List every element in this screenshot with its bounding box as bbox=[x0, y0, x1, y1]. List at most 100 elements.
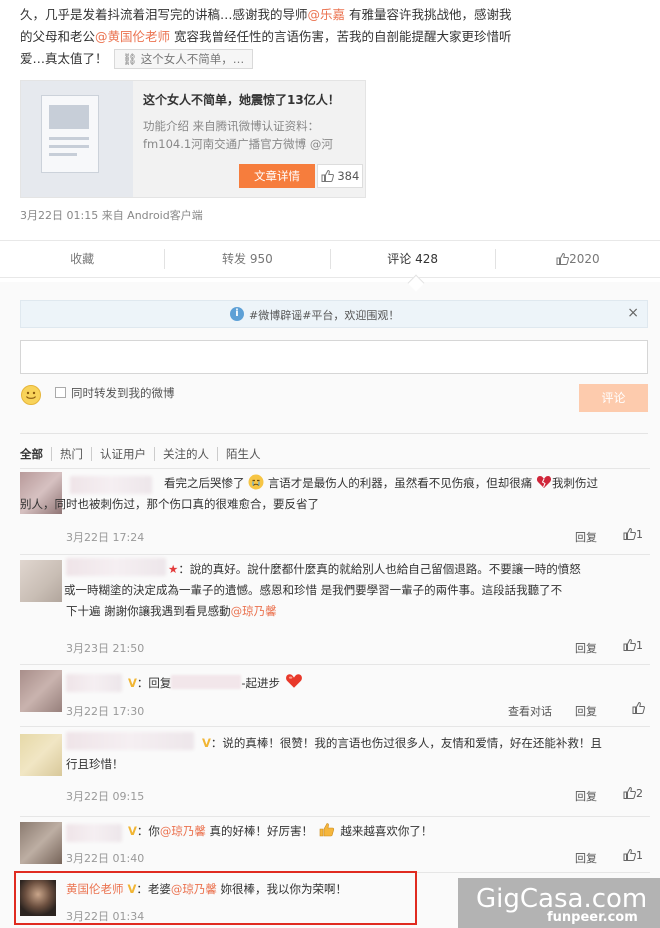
comment-text-segment: 言语才是最伤人的利器，虽然看不见伤痕，但却很痛 bbox=[267, 476, 533, 490]
crying-face-emoji bbox=[248, 474, 264, 490]
notice-text[interactable]: #微博辟谣#平台，欢迎围观！ bbox=[249, 307, 399, 323]
thumbs-up-icon bbox=[632, 702, 645, 714]
post-text-segment: 久，几乎是发着抖流着泪写完的讲稿…感谢我的导师 bbox=[20, 7, 308, 22]
filter-following[interactable]: 关注的人 bbox=[154, 447, 217, 461]
thumbs-up-icon bbox=[623, 639, 636, 651]
post-line-3: 爱…真太值了！ ⛓ 这个女人不简单，… bbox=[20, 48, 644, 70]
comment-like-count: 1 bbox=[636, 528, 643, 541]
filter-strangers[interactable]: 陌生人 bbox=[217, 447, 269, 461]
comment-time: 3月22日 09:15 bbox=[66, 790, 145, 803]
thumbs-up-emoji bbox=[319, 823, 334, 837]
info-icon: i bbox=[230, 307, 244, 321]
like-button[interactable]: 2020 bbox=[494, 249, 660, 269]
heart-emoji bbox=[285, 674, 302, 688]
mention-link[interactable]: @琼乃馨 bbox=[160, 824, 206, 838]
reply-button[interactable]: 回复 bbox=[575, 529, 597, 545]
blurred-mention bbox=[171, 675, 242, 689]
comment-like-button[interactable]: 1 bbox=[623, 639, 643, 652]
topic-tag-label: 这个女人不简单，… bbox=[140, 52, 245, 66]
comment-text-segment: 下十遍 謝謝你讓我遇到看見感動 bbox=[66, 604, 231, 618]
text-line-decoration bbox=[49, 137, 89, 140]
comment-separator bbox=[20, 664, 650, 665]
post-text-segment: 宽容我曾经任性的言语伤害，苦我的自剖能提醒大家更珍惜听 bbox=[170, 29, 512, 44]
reply-button[interactable]: 回复 bbox=[575, 850, 597, 866]
emoji-smile-icon[interactable] bbox=[20, 384, 42, 406]
comment-like-count: 2 bbox=[636, 787, 643, 800]
filter-all[interactable]: 全部 bbox=[20, 447, 51, 461]
post-meta: 3月22日 01:15 来自 Android客户端 bbox=[20, 209, 203, 222]
comment-time: 3月22日 17:24 bbox=[66, 531, 145, 544]
highlight-box bbox=[14, 871, 417, 925]
forward-checkbox-label: 同时转发到我的微博 bbox=[71, 386, 175, 400]
avatar[interactable] bbox=[20, 560, 62, 602]
comment-like-button[interactable]: 1 bbox=[623, 849, 643, 862]
filter-hot[interactable]: 热门 bbox=[51, 447, 91, 461]
comment-like-button[interactable]: 2 bbox=[623, 787, 643, 800]
verified-v-icon: V bbox=[202, 736, 211, 750]
article-title: 这个女人不简单，她震惊了13亿人！ bbox=[143, 93, 340, 107]
forward-checkbox[interactable] bbox=[55, 387, 66, 398]
avatar[interactable] bbox=[20, 670, 62, 712]
reply-button[interactable]: 回复 bbox=[575, 703, 597, 719]
comment-separator bbox=[20, 468, 650, 469]
avatar[interactable] bbox=[20, 734, 62, 776]
article-like-count: 384 bbox=[337, 169, 360, 183]
comment-item: V：你@琼乃馨 真的好棒！好厉害！ 越来越喜欢你了！ 3月22日 01:40 回… bbox=[20, 816, 650, 872]
comment-text-segment: -起进步 bbox=[241, 676, 281, 690]
comment-time: 3月22日 01:40 bbox=[66, 852, 145, 865]
comment-like-button[interactable] bbox=[632, 702, 645, 715]
post-text-segment: 爱…真太值了！ bbox=[20, 51, 108, 66]
close-icon[interactable]: × bbox=[627, 305, 639, 321]
comment-tab[interactable]: 评论 428 bbox=[329, 249, 495, 269]
comment-time: 3月22日 17:30 bbox=[66, 705, 145, 718]
article-card[interactable]: 这个女人不简单，她震惊了13亿人！ 功能介绍 来自腾讯微博认证资料：fm104.… bbox=[20, 80, 366, 198]
mention-link[interactable]: @琼乃馨 bbox=[231, 604, 277, 618]
thumbs-up-icon bbox=[623, 528, 636, 540]
article-detail-button[interactable]: 文章详情 bbox=[239, 164, 315, 188]
comment-text-segment: 我刺伤过 bbox=[551, 476, 598, 490]
reply-button[interactable]: 回复 bbox=[575, 788, 597, 804]
comment-item: V：说的真棒！很赞！我的言语也伤过很多人，友情和爱情，好在还能补救！且 行且珍惜… bbox=[20, 726, 650, 816]
comment-text: ★：說的真好。說什麼都什麼真的就給別人也給自己留個退路。不要讓一時的憤怒 或一時… bbox=[64, 559, 650, 622]
comment-text: V：说的真棒！很赞！我的言语也伤过很多人，友情和爱情，好在还能补救！且 行且珍惜… bbox=[66, 733, 650, 775]
article-description: 功能介绍 来自腾讯微博认证资料：fm104.1河南交通广播官方微博 @河 bbox=[143, 119, 333, 151]
comment-text-segment: 真的好棒！好厉害！ bbox=[205, 824, 314, 838]
article-like-button[interactable]: 384 bbox=[317, 164, 363, 188]
comment-text-segment: 越来越喜欢你了！ bbox=[340, 824, 433, 838]
divider bbox=[20, 433, 648, 434]
thumbs-up-icon bbox=[623, 787, 636, 799]
collect-button[interactable]: 收藏 bbox=[0, 249, 164, 269]
post-text: 久，几乎是发着抖流着泪写完的讲稿…感谢我的导师@乐嘉 有雅量容许我挑战他，感谢我… bbox=[20, 4, 644, 70]
comment-text: V：回复 -起进步 bbox=[66, 672, 650, 694]
avatar[interactable] bbox=[20, 822, 62, 864]
post-line-2: 的父母和老公@黄国伦老师 宽容我曾经任性的言语伤害，苦我的自剖能提醒大家更珍惜听 bbox=[20, 26, 644, 48]
verified-v-icon: V bbox=[128, 824, 137, 838]
comment-like-button[interactable]: 1 bbox=[623, 528, 643, 541]
comment-text-segment: 别人，同时也被刺伤过，那个伤口真的很难愈合，要反省了 bbox=[20, 497, 319, 511]
comment-separator bbox=[20, 554, 650, 555]
post-text-segment: 的父母和老公 bbox=[20, 29, 96, 44]
comment-time: 3月23日 21:50 bbox=[66, 642, 145, 655]
comment-input[interactable] bbox=[20, 340, 648, 374]
comment-text-segment: ：說的真好。說什麼都什麼真的就給別人也給自己留個退路。不要讓一時的憤怒 bbox=[178, 562, 581, 576]
comment-filters: 全部 热门 认证用户 关注的人 陌生人 bbox=[20, 447, 269, 461]
comment-text-segment: ：回复 bbox=[136, 676, 172, 690]
text-line-decoration bbox=[49, 153, 77, 156]
comment-text-segment: ：说的真棒！很赞！我的言语也伤过很多人，友情和爱情，好在还能补救！且 bbox=[210, 736, 602, 750]
reply-button[interactable]: 回复 bbox=[575, 640, 597, 656]
submit-comment-button[interactable]: 评论 bbox=[579, 384, 648, 412]
comment-text-segment: 行且珍惜！ bbox=[66, 757, 124, 771]
filter-verified[interactable]: 认证用户 bbox=[91, 447, 154, 461]
comment-like-count: 1 bbox=[636, 639, 643, 652]
comment-item: ★：說的真好。說什麼都什麼真的就給別人也給自己留個退路。不要讓一時的憤怒 或一時… bbox=[20, 554, 650, 664]
view-conversation-link[interactable]: 查看对话 bbox=[508, 703, 552, 719]
thumbs-up-icon bbox=[321, 170, 334, 182]
mention-link[interactable]: @黄国伦老师 bbox=[95, 29, 170, 44]
comment-text-segment: ：你 bbox=[136, 824, 160, 838]
comment-text: V：你@琼乃馨 真的好棒！好厉害！ 越来越喜欢你了！ bbox=[66, 821, 650, 842]
mention-link[interactable]: @乐嘉 bbox=[308, 7, 346, 22]
topic-tag-chip[interactable]: ⛓ 这个女人不简单，… bbox=[113, 49, 254, 69]
comment-separator bbox=[20, 816, 650, 817]
post-action-bar: 收藏 转发 950 评论 428 2020 bbox=[0, 240, 660, 278]
forward-button[interactable]: 转发 950 bbox=[164, 249, 329, 269]
